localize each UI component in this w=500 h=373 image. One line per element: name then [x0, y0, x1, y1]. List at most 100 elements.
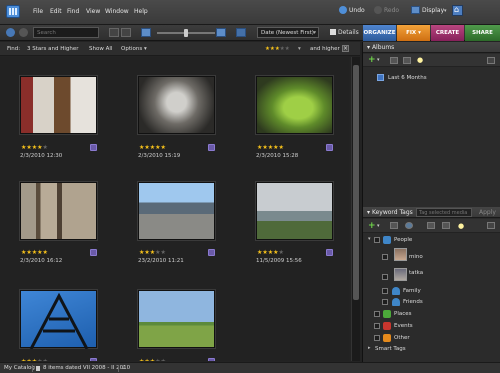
photo-thumbnail[interactable] — [256, 76, 333, 134]
large-thumbnails-icon[interactable] — [216, 28, 226, 37]
small-thumbnails-icon[interactable] — [141, 28, 151, 37]
rating-stars[interactable]: ★★★★★ — [139, 144, 166, 151]
close-find-icon[interactable]: × — [342, 45, 349, 52]
slider-handle[interactable] — [184, 29, 188, 37]
edit-album-icon[interactable] — [390, 57, 398, 64]
rating-stars[interactable]: ★★★★★ — [257, 249, 284, 256]
details-toggle[interactable]: Details — [330, 29, 359, 36]
photo-thumbnail[interactable] — [20, 290, 97, 350]
menu-edit[interactable]: Edit — [50, 8, 62, 15]
details-checkbox[interactable] — [330, 29, 336, 35]
keyword-people[interactable]: People — [394, 237, 412, 243]
chevron-down-icon[interactable]: ▾ — [377, 57, 380, 63]
sort-order-select[interactable]: Date (Newest First) ▾ — [257, 27, 319, 38]
undo-icon[interactable] — [339, 6, 347, 14]
show-all-button[interactable]: Show All — [89, 46, 112, 52]
options-button[interactable]: Options — [121, 46, 142, 52]
rating-stars[interactable]: ★★★★★ — [21, 358, 48, 361]
undo-button[interactable]: Undo — [349, 7, 365, 14]
display-menu-button[interactable]: Display — [422, 7, 444, 14]
search-input[interactable] — [33, 27, 99, 38]
album-options-icon[interactable] — [403, 57, 411, 64]
keyword-mino[interactable]: mino — [409, 254, 423, 260]
keyword-options-icon[interactable] — [442, 222, 450, 229]
keyword-other[interactable]: Other — [394, 335, 410, 341]
catalog-name[interactable]: My Catalog — [4, 365, 35, 371]
display-icon[interactable] — [411, 6, 420, 14]
delete-album-icon[interactable] — [487, 57, 495, 64]
list-item[interactable]: ★★★★★ 23/2/2010 11:21 — [127, 172, 227, 275]
add-album-icon[interactable]: + — [368, 56, 376, 65]
collapse-triangle-icon[interactable]: ▾ — [367, 209, 370, 216]
lightbulb-icon[interactable]: ● — [417, 56, 423, 64]
rating-stars[interactable]: ★★★★★ — [139, 358, 166, 361]
tag-badge-icon — [208, 144, 215, 151]
tag-checkbox[interactable] — [382, 254, 388, 260]
photo-thumbnail[interactable] — [20, 76, 97, 134]
thumbnail-size-slider[interactable] — [157, 29, 215, 37]
tag-checkbox[interactable] — [374, 323, 380, 329]
photo-thumbnail[interactable] — [138, 290, 215, 348]
tag-checkbox[interactable] — [374, 311, 380, 317]
delete-keyword-icon[interactable] — [487, 222, 495, 229]
keyword-events[interactable]: Events — [394, 323, 413, 329]
keyword-view-icon[interactable] — [427, 222, 435, 229]
expand-triangle-icon[interactable]: ▸ — [368, 345, 371, 351]
tab-fix[interactable]: FIX ▾ — [397, 25, 430, 41]
tag-checkbox[interactable] — [382, 274, 388, 280]
scrollbar-thumb[interactable] — [353, 65, 359, 300]
edit-keyword-icon[interactable] — [390, 222, 398, 229]
photo-thumbnail[interactable] — [138, 76, 215, 134]
keyword-friends[interactable]: Friends — [403, 299, 423, 305]
notification-bell-icon[interactable]: ♪ — [122, 365, 126, 371]
rating-stars[interactable]: ★★★★★ — [257, 144, 284, 151]
list-item[interactable]: ★★★★★ 11/5/2009 15:56 — [245, 172, 345, 275]
rating-stars[interactable]: ★★★★★ — [139, 249, 166, 256]
menu-find[interactable]: Find — [67, 8, 79, 15]
rating-stars[interactable]: ★★★★★ — [21, 144, 48, 151]
albums-panel-header[interactable]: ▾ Albums — [363, 42, 500, 53]
list-item[interactable]: ★★★★★ 2/3/2010 15:19 — [127, 67, 227, 170]
full-screen-icon[interactable] — [236, 28, 246, 37]
add-keyword-icon[interactable]: + — [368, 222, 376, 231]
album-item-last-6-months[interactable]: Last 6 Months — [388, 75, 427, 81]
grid-scrollbar[interactable] — [351, 57, 360, 361]
menu-file[interactable]: File — [33, 8, 43, 15]
smart-tags-category[interactable]: Smart Tags — [375, 346, 406, 352]
photo-thumbnail[interactable] — [256, 182, 333, 240]
rating-filter-stars[interactable]: ★★★★★ — [265, 46, 290, 52]
list-item[interactable]: ★★★★★ 2/3/2010 16:12 — [9, 172, 109, 275]
rating-comparison-chevron-icon[interactable]: ▾ — [298, 46, 301, 52]
and-higher-label: and higher — [310, 46, 340, 52]
keyword-places[interactable]: Places — [394, 311, 412, 317]
chevron-down-icon[interactable]: ▾ — [377, 223, 380, 229]
list-item[interactable]: ★★★★★ 2/3/2010 12:30 — [9, 67, 109, 170]
tag-checkbox[interactable] — [374, 237, 380, 243]
back-icon[interactable] — [6, 28, 15, 37]
tab-share[interactable]: SHARE — [465, 25, 500, 41]
menu-help[interactable]: Help — [134, 8, 148, 15]
apply-tag-button[interactable]: Apply — [479, 209, 496, 216]
lightbulb-icon[interactable]: ● — [458, 222, 464, 230]
collapse-triangle-icon[interactable]: ▾ — [367, 44, 370, 51]
tab-create[interactable]: CREATE — [431, 25, 464, 41]
menu-window[interactable]: Window — [105, 8, 129, 15]
grid-view-icon[interactable] — [121, 28, 131, 37]
photo-thumbnail[interactable] — [138, 182, 215, 240]
expand-triangle-icon[interactable]: ▾ — [368, 236, 371, 242]
list-item[interactable]: ★★★★★ 2/3/2010 15:28 — [245, 67, 345, 170]
list-item[interactable]: ★★★★★ — [127, 278, 227, 361]
tab-organize[interactable]: ORGANIZE — [363, 25, 396, 41]
tag-checkbox[interactable] — [374, 335, 380, 341]
list-item[interactable]: ★★★★★ — [9, 278, 109, 361]
tag-media-input[interactable] — [416, 208, 472, 217]
filmstrip-icon[interactable] — [109, 28, 119, 37]
keyword-tatka[interactable]: tatka — [409, 270, 423, 276]
keyword-family[interactable]: Family — [403, 288, 421, 294]
keyword-cloud-icon[interactable] — [405, 222, 413, 229]
tag-checkbox[interactable] — [382, 299, 388, 305]
photo-thumbnail[interactable] — [20, 182, 97, 240]
rating-stars[interactable]: ★★★★★ — [21, 249, 48, 256]
tag-checkbox[interactable] — [382, 288, 388, 294]
menu-view[interactable]: View — [86, 8, 100, 15]
